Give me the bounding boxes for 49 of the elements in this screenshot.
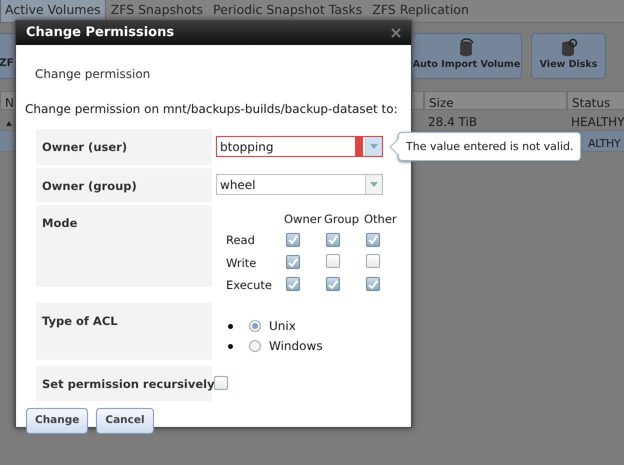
checkbox[interactable] (286, 232, 300, 247)
field-label: Type of ACL (36, 303, 212, 360)
dialog-button[interactable]: Cancel (96, 408, 154, 434)
checkbox[interactable] (326, 232, 340, 247)
column-label: Group (324, 211, 360, 228)
combo-box[interactable]: wheel (216, 174, 383, 195)
field-label: Mode (36, 205, 212, 287)
combo-box[interactable]: btopping (216, 136, 383, 157)
column-header: Status (567, 91, 624, 110)
checkbox[interactable] (366, 277, 380, 292)
tab[interactable]: ZFS Snapshots (106, 0, 208, 22)
table-cell: 28.4 TiB (428, 115, 478, 129)
bullet-icon (228, 324, 233, 328)
tab[interactable]: ZFS Replication (367, 0, 474, 22)
permission-label: Execute (226, 276, 273, 294)
combo-value: btopping (220, 138, 274, 156)
permission-label: Write (226, 254, 258, 272)
checkbox[interactable] (366, 254, 380, 268)
permission-label: Read (226, 232, 256, 250)
checkbox[interactable] (286, 255, 300, 269)
dialog-heading: Change permission (35, 66, 152, 83)
radio-label: Windows (269, 338, 323, 355)
database-arrow-icon (458, 38, 476, 58)
error-icon (355, 137, 363, 156)
bullet-icon (228, 344, 233, 348)
close-icon[interactable] (391, 28, 401, 38)
field-label: Owner (user) (36, 129, 212, 165)
column-header: Size (424, 91, 567, 110)
database-search-icon (560, 38, 578, 58)
checkbox[interactable] (286, 277, 300, 292)
radio-label: Unix (269, 318, 296, 335)
tab[interactable]: Active Volumes (0, 0, 106, 22)
checkbox[interactable] (326, 277, 340, 292)
checkbox[interactable] (326, 254, 340, 268)
dialog-button[interactable]: Change (26, 408, 88, 434)
checkbox[interactable] (214, 376, 228, 390)
field-label: Owner (group) (36, 168, 212, 202)
toolbar-button[interactable]: View Disks (531, 33, 606, 79)
radio-button[interactable] (249, 340, 261, 352)
tab[interactable]: Periodic Snapshot Tasks (208, 0, 368, 22)
toolbar-button[interactable]: Auto Import Volume (411, 33, 522, 79)
checkbox[interactable] (366, 232, 380, 247)
column-label: Other (364, 211, 398, 228)
table-cell: ALTHY (588, 137, 620, 150)
radio-button[interactable] (249, 320, 261, 332)
column-label: Owner (284, 211, 323, 228)
combo-value: wheel (220, 176, 257, 194)
dialog-title: Change Permissions (26, 24, 174, 42)
field-label: Set permission recursively (36, 366, 212, 401)
